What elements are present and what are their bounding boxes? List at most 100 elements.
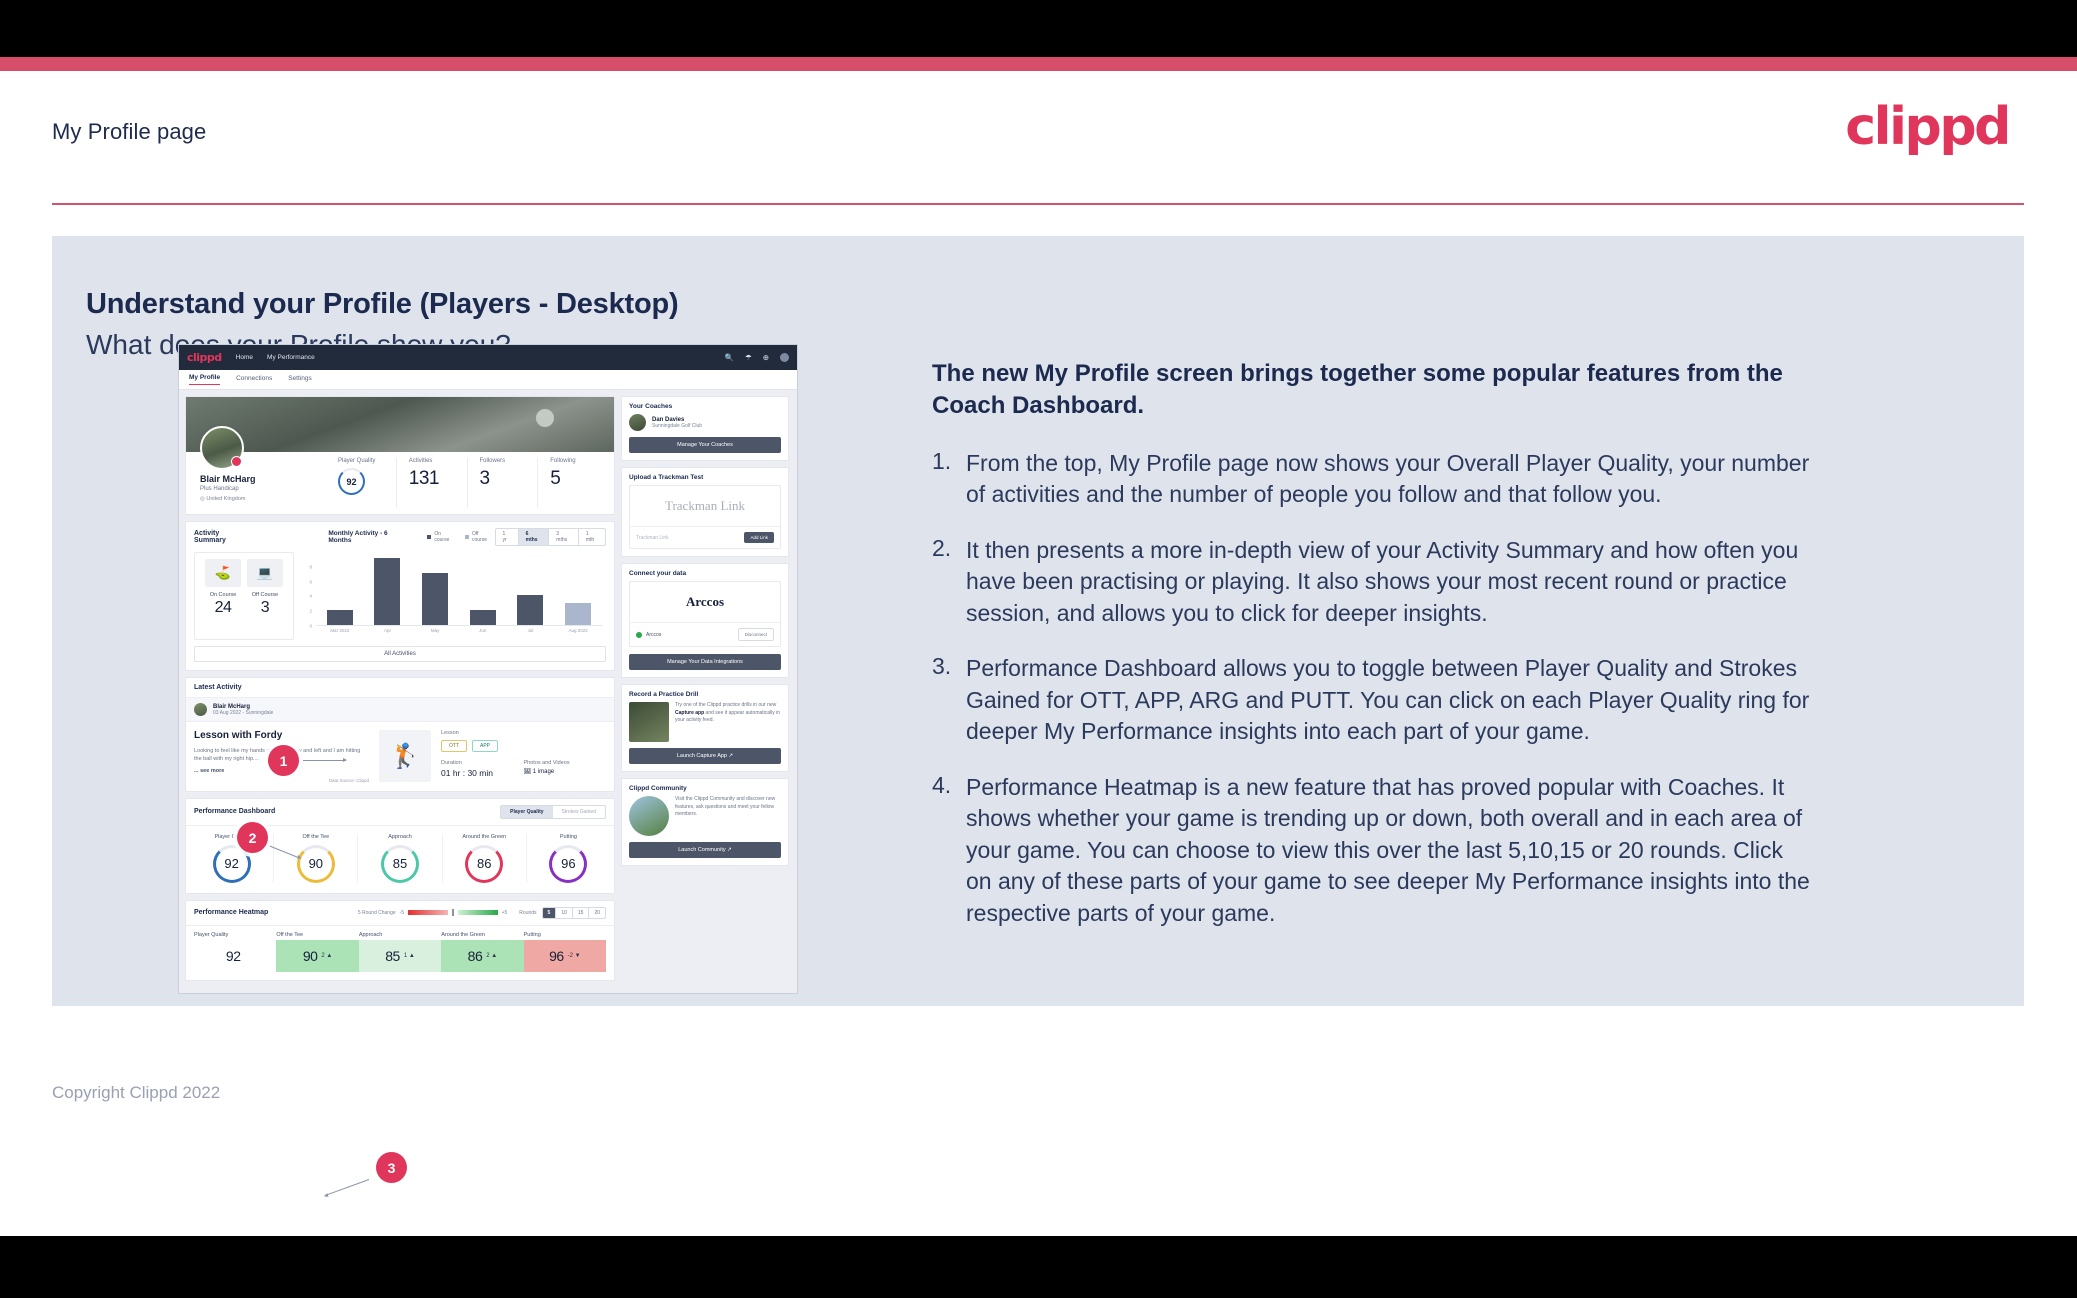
y-tick: 6 [309,579,312,585]
launch-capture-app-button[interactable]: Launch Capture App ↗ [629,748,781,764]
heatmap-cell-approach[interactable]: 85 1 ▲ [358,939,442,972]
heatmap-cell-putting[interactable]: 96 -2 ▼ [523,939,607,972]
range-6mths[interactable]: 6 mths [517,529,549,545]
bar[interactable] [326,610,353,625]
community-promo: Visit the Clippd Community and discover … [622,796,788,842]
manage-coaches-button[interactable]: Manage Your Coaches [629,437,781,453]
avatar[interactable] [200,426,244,470]
tile-values: 24 3 [205,599,283,617]
golf-flag-icon: ⛳ [205,559,241,587]
toggle-strokes-gained[interactable]: Strokes Gained [553,806,605,818]
heatmap-legend: 5 Round Change -5 +5 [358,909,507,916]
copy-item-1: 1. From the top, My Profile page now sho… [932,448,1812,511]
copy-number: 4. [932,771,952,798]
latest-activity-user: Blair McHarg 03 Aug 2022 - Sunningdale [186,698,614,722]
search-icon[interactable]: 🔍 [725,354,734,362]
all-activities-button[interactable]: All Activities [194,646,606,662]
heatmap-cell-around-the-green[interactable]: 86 2 ▲ [441,939,524,972]
callout-badge-2[interactable]: 2 [237,822,268,853]
tag-ott[interactable]: OTT [441,740,467,752]
range-1mth[interactable]: 1 mth [577,529,605,545]
performance-dashboard-title: Performance Dashboard [194,808,276,815]
profile-cover-image [186,397,614,452]
trackman-card: Upload a Trackman Test Trackman Link Tra… [621,467,789,557]
toggle-player-quality[interactable]: Player Quality [501,805,553,818]
profile-info: Blair McHarg Plus Handicap ◎ United King… [186,426,614,514]
legend-label: Off course [471,531,487,543]
ring-cell-around-the-green[interactable]: Around the Green 86 [441,833,526,883]
nav-link-my-performance[interactable]: My Performance [267,354,315,361]
activity-duration: Duration 01 hr : 30 min [441,760,524,778]
callout-leader-1 [303,758,347,762]
ring-cell-approach[interactable]: Approach 85 [357,833,441,883]
heatmap-cell-off-the-tee[interactable]: 90 2 ▲ [276,939,359,972]
heatmap-delta: -2 ▼ [567,952,581,959]
page-title: My Profile page [52,119,207,144]
range-3mths[interactable]: 3 mths [548,529,578,545]
stat-label: Activities [408,458,433,464]
rounds-20[interactable]: 20 [588,907,605,918]
manage-data-integrations-button[interactable]: Manage Your Data Integrations [629,654,781,670]
range-1yr[interactable]: 1 yr [496,529,518,545]
ring-cell-off-the-tee[interactable]: Off the Tee 90 [273,833,357,883]
stat-following[interactable]: Following 5 [537,458,608,508]
content-panel: Understand your Profile (Players - Deskt… [52,236,2024,1197]
tab-connections[interactable]: Connections [236,375,272,385]
heatmap-value: 85 [385,947,400,964]
trackman-link-input[interactable]: Trackman Link [636,535,740,541]
bar[interactable] [374,558,401,625]
add-link-button[interactable]: Add Link [744,532,774,543]
activity-title[interactable]: Lesson with Fordy [194,730,369,741]
user-meta: Blair McHarg 03 Aug 2022 - Sunningdale [213,704,273,716]
tab-my-profile[interactable]: My Profile [189,374,221,385]
edit-avatar-icon[interactable] [231,456,242,467]
user-date: 03 Aug 2022 - Sunningdale [213,709,274,716]
bar[interactable] [469,610,496,625]
legend-swatch [465,535,469,539]
copy-lead: The new My Profile screen brings togethe… [932,360,1783,419]
y-tick: 4 [309,593,312,599]
bar[interactable] [422,573,449,625]
rounds-5[interactable]: 5 [542,907,556,918]
coach-row[interactable]: Dan Davies Sunningdale Golf Club [622,414,788,437]
app-logo[interactable]: clippd [187,351,222,364]
disconnect-button[interactable]: Disconnect [737,628,774,641]
copy-text: It then presents a more in-depth view of… [966,536,1799,626]
latest-activity-title: Latest Activity [186,678,614,698]
user-avatar[interactable] [194,703,207,716]
people-icon[interactable]: ☂ [745,354,752,362]
player-quality-ring[interactable]: 92 [338,468,365,495]
stat-label: Following [550,458,576,464]
heatmap-cell-player-quality[interactable]: 92 [194,939,277,972]
ring-value[interactable]: 96 [549,844,588,883]
slide-canvas: My Profile page clippd Understand your P… [0,71,2077,1236]
performance-heatmap-title: Performance Heatmap [194,909,269,916]
arccos-box: Arccos Arccos Disconnect [629,581,781,647]
rounds-10[interactable]: 10 [555,907,572,918]
avatar-icon[interactable] [780,353,789,362]
bar[interactable] [565,602,592,625]
bar[interactable] [517,595,544,625]
callout-badge-1[interactable]: 1 [268,745,299,776]
activity-metrics: Duration 01 hr : 30 min Photos and Video… [441,760,606,778]
stat-activities[interactable]: Activities 131 [395,458,467,508]
ring-cell-putting[interactable]: Putting 96 [525,833,610,883]
ring-value[interactable]: 85 [381,844,419,883]
ring-value[interactable]: 90 [296,844,335,883]
tag-app[interactable]: APP [472,740,499,752]
ring-value[interactable]: 86 [465,844,504,883]
nav-link-home[interactable]: Home [236,354,253,361]
app-navbar: clippd Home My Performance 🔍 ☂ ⊕ [179,345,797,370]
add-circle-icon[interactable]: ⊕ [763,354,769,362]
heatmap-label: Approach [358,931,383,938]
profile-name: Blair McHarg [200,474,256,484]
tab-settings[interactable]: Settings [288,375,312,385]
launch-community-button[interactable]: Launch Community ↗ [629,842,781,858]
heatmap-label: Around the Green [441,931,485,938]
callout-badge-3[interactable]: 3 [376,1152,407,1183]
legend-max: +5 [501,909,508,916]
stat-player-quality[interactable]: Player Quality 92 [326,458,396,508]
rounds-15[interactable]: 15 [571,907,589,918]
activity-tags: OTT APP [441,740,606,752]
stat-followers[interactable]: Followers 3 [466,458,538,508]
